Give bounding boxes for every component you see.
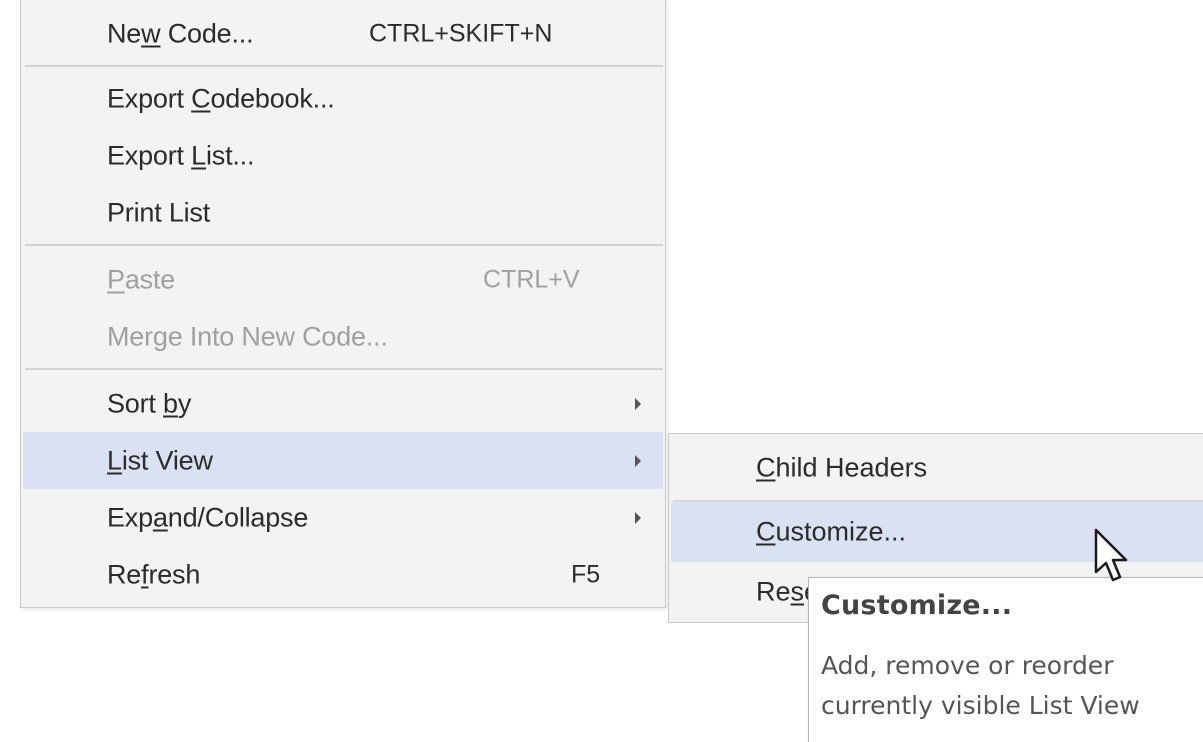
shortcut-label: F5 [571, 560, 601, 588]
mouse-pointer-icon [1094, 528, 1128, 582]
chevron-right-icon [635, 397, 641, 410]
shortcut-label: CTRL+V [483, 265, 580, 293]
menu-item-label: Expand/Collapse [107, 502, 309, 532]
menu-item-new-code[interactable]: New Code... CTRL+SKIFT+N [23, 5, 663, 62]
menu-separator [25, 65, 663, 67]
context-menu: New Code... CTRL+SKIFT+N Export Codebook… [20, 0, 666, 608]
tooltip-body-line: Add, remove or reorder [821, 651, 1114, 680]
menu-item-label: List View [107, 445, 213, 475]
menu-item-label: Merge Into New Code... [107, 321, 388, 351]
submenu-item-label: Child Headers [756, 452, 928, 483]
chevron-right-icon [635, 511, 641, 524]
submenu-item-child-headers[interactable]: Child Headers [671, 438, 1203, 498]
menu-item-refresh[interactable]: Refresh F5 [23, 546, 663, 603]
menu-item-expand-collapse[interactable]: Expand/Collapse [23, 489, 663, 546]
menu-separator [25, 244, 663, 246]
menu-item-label: Paste [107, 264, 176, 294]
menu-item-label: Export List... [107, 140, 255, 170]
menu-separator [25, 368, 663, 370]
menu-item-label: Sort by [107, 388, 192, 418]
customize-tooltip: Customize... Add, remove or reorder curr… [808, 577, 1203, 742]
menu-item-print-list[interactable]: Print List [23, 184, 663, 241]
menu-item-list-view[interactable]: List View [23, 432, 663, 489]
menu-item-label: Refresh [107, 559, 201, 589]
menu-item-paste: Paste CTRL+V [23, 251, 663, 308]
chevron-right-icon [635, 454, 641, 467]
menu-item-merge-into-new-code: Merge Into New Code... [23, 308, 663, 365]
shortcut-label: CTRL+SKIFT+N [369, 19, 553, 47]
screen: New Code... CTRL+SKIFT+N Export Codebook… [0, 0, 1203, 742]
menu-item-label: Print List [107, 197, 211, 227]
menu-item-label: Export Codebook... [107, 83, 335, 113]
menu-item-sort-by[interactable]: Sort by [23, 375, 663, 432]
tooltip-body: Add, remove or reorder currently visible… [821, 646, 1203, 726]
menu-item-export-codebook[interactable]: Export Codebook... [23, 70, 663, 127]
menu-item-label: New Code... [107, 18, 254, 48]
tooltip-body-line: currently visible List View [821, 691, 1140, 720]
tooltip-title: Customize... [821, 590, 1013, 621]
menu-item-export-list[interactable]: Export List... [23, 127, 663, 184]
submenu-item-label: Customize... [756, 516, 907, 547]
